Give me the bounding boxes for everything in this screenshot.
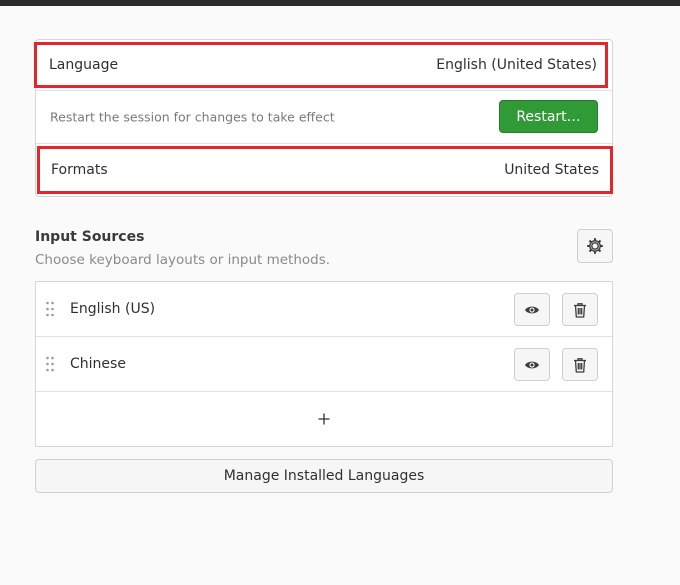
formats-row[interactable]: Formats United States [37, 146, 613, 194]
input-source-label: Chinese [70, 356, 126, 372]
input-sources-options-button[interactable] [577, 229, 613, 263]
manage-installed-languages-button[interactable]: Manage Installed Languages [35, 459, 613, 493]
restart-button[interactable]: Restart… [499, 100, 598, 133]
eye-icon [525, 361, 539, 368]
input-source-label: English (US) [70, 301, 156, 317]
drag-handle-icon[interactable] [45, 356, 55, 372]
preview-layout-button[interactable] [514, 348, 550, 381]
language-value: English (United States) [436, 57, 597, 73]
input-source-row[interactable]: English (US) [36, 282, 612, 337]
language-label: Language [49, 57, 119, 73]
restart-notice: Restart the session for changes to take … [50, 109, 335, 125]
window-top-edge [0, 0, 680, 6]
remove-source-button[interactable] [562, 293, 598, 326]
trash-icon [574, 357, 586, 373]
restart-row: Restart the session for changes to take … [36, 90, 612, 144]
language-row[interactable]: Language English (United States) [34, 42, 608, 88]
input-sources-subtitle: Choose keyboard layouts or input methods… [35, 252, 331, 268]
input-sources-list: English (US) Chinese [35, 281, 613, 447]
formats-label: Formats [51, 162, 108, 178]
trash-icon [574, 302, 586, 318]
formats-value: United States [504, 162, 599, 178]
input-sources-title: Input Sources [35, 229, 145, 245]
remove-source-button[interactable] [562, 348, 598, 381]
gear-icon [587, 238, 603, 254]
plus-icon [318, 413, 330, 425]
eye-icon [525, 306, 539, 313]
add-input-source-button[interactable] [36, 392, 612, 446]
drag-handle-icon[interactable] [45, 301, 55, 317]
preview-layout-button[interactable] [514, 293, 550, 326]
language-card: Language English (United States) Restart… [34, 39, 613, 197]
input-source-row[interactable]: Chinese [36, 337, 612, 392]
